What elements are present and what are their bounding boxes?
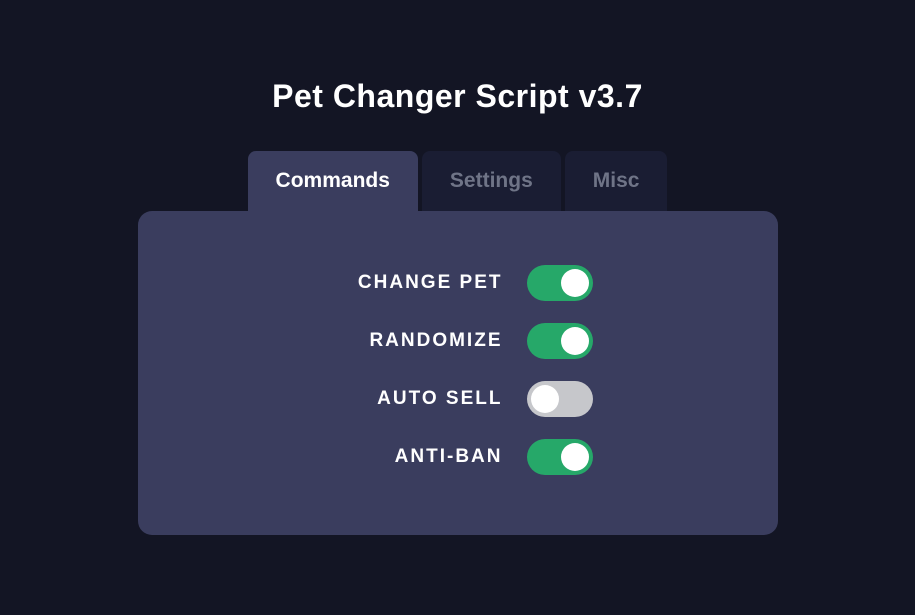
toggle-knob	[561, 327, 589, 355]
option-label: RANDOMIZE	[323, 330, 503, 352]
tab-bar: Commands Settings Misc	[246, 151, 670, 211]
toggle-knob	[561, 269, 589, 297]
toggle-knob	[531, 385, 559, 413]
option-row-randomize: RANDOMIZE	[198, 323, 718, 359]
toggle-knob	[561, 443, 589, 471]
toggle-anti-ban[interactable]	[527, 439, 593, 475]
settings-panel: CHANGE PET RANDOMIZE AUTO SELL ANTI-BAN	[138, 211, 778, 535]
option-label: CHANGE PET	[323, 272, 503, 294]
option-row-anti-ban: ANTI-BAN	[198, 439, 718, 475]
tab-settings[interactable]: Settings	[422, 151, 561, 211]
option-row-change-pet: CHANGE PET	[198, 265, 718, 301]
toggle-auto-sell[interactable]	[527, 381, 593, 417]
option-label: ANTI-BAN	[323, 446, 503, 468]
option-row-auto-sell: AUTO SELL	[198, 381, 718, 417]
tab-commands[interactable]: Commands	[248, 151, 418, 211]
tab-misc[interactable]: Misc	[565, 151, 668, 211]
page-title: Pet Changer Script v3.7	[272, 78, 643, 115]
toggle-change-pet[interactable]	[527, 265, 593, 301]
toggle-randomize[interactable]	[527, 323, 593, 359]
option-label: AUTO SELL	[323, 388, 503, 410]
